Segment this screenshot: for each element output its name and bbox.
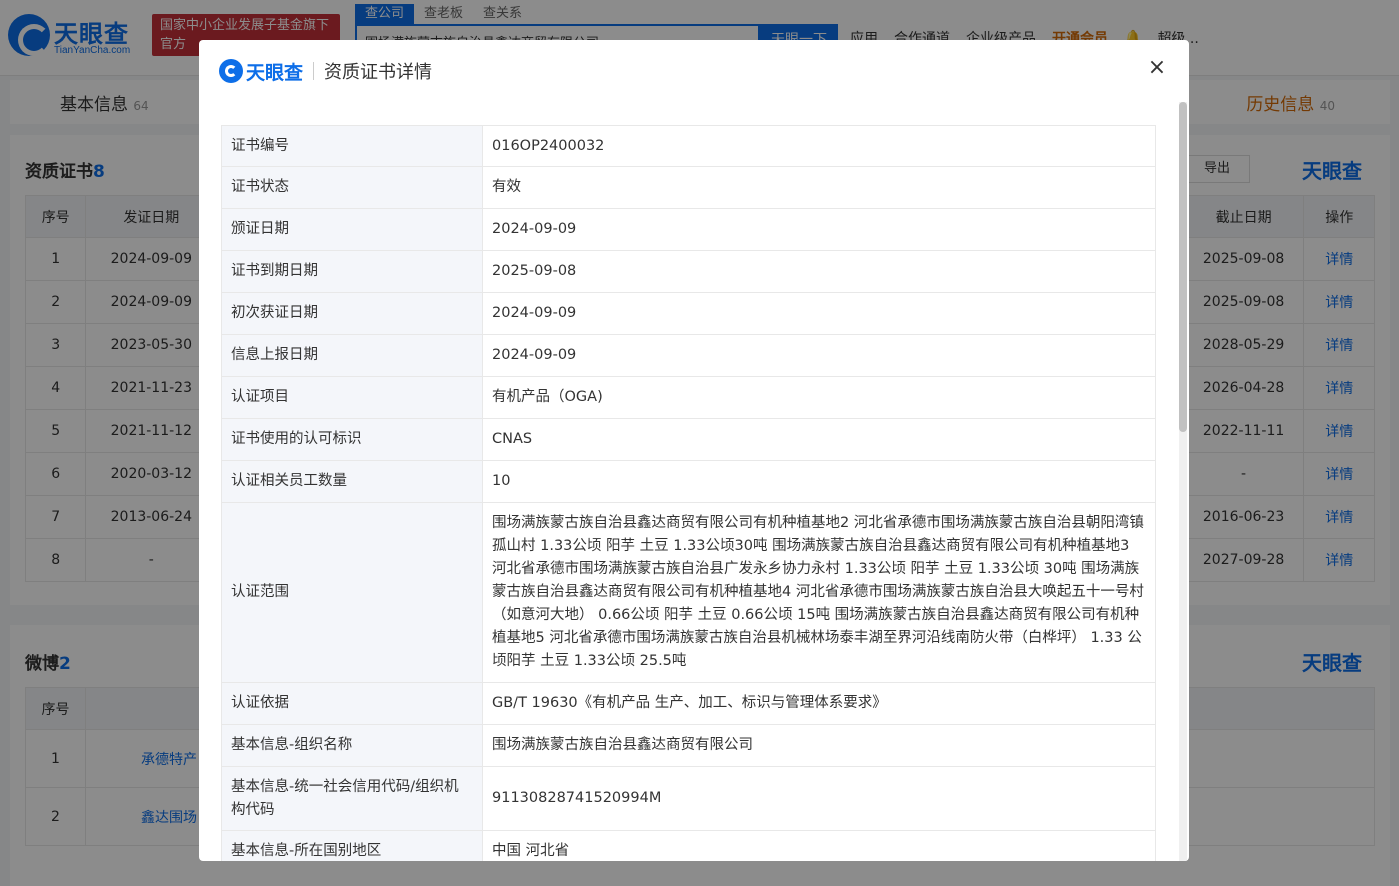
detail-row: 颁证日期 2024-09-09: [221, 208, 1156, 251]
field-label: 基本信息-所在国别地区: [221, 830, 483, 861]
field-value: 围场满族蒙古族自治县鑫达商贸有限公司有机种植基地2 河北省承德市围场满族蒙古族自…: [482, 502, 1156, 683]
field-label: 认证依据: [221, 682, 483, 725]
field-value: 有效: [482, 166, 1156, 209]
detail-row: 信息上报日期 2024-09-09: [221, 334, 1156, 377]
modal-scrollbar-thumb[interactable]: [1179, 102, 1187, 432]
detail-row: 认证相关员工数量 10: [221, 460, 1156, 503]
field-value: GB/T 19630《有机产品 生产、加工、标识与管理体系要求》: [482, 682, 1156, 725]
detail-row: 证书编号 016OP2400032: [221, 125, 1156, 167]
modal-title: 资质证书详情: [324, 62, 433, 83]
field-label: 信息上报日期: [221, 334, 483, 377]
modal-header: 天眼查 资质证书详情 ×: [199, 40, 1189, 102]
field-label: 基本信息-组织名称: [221, 724, 483, 767]
close-icon[interactable]: ×: [1145, 56, 1169, 80]
modal-logo-icon: [219, 59, 243, 83]
detail-row: 初次获证日期 2024-09-09: [221, 292, 1156, 335]
field-value: 2025-09-08: [482, 250, 1156, 293]
field-value: 2024-09-09: [482, 292, 1156, 335]
field-label: 证书到期日期: [221, 250, 483, 293]
detail-row: 基本信息-所在国别地区 中国 河北省: [221, 830, 1156, 861]
field-label: 基本信息-统一社会信用代码/组织机构代码: [221, 766, 483, 831]
modal-scrollbar[interactable]: [1179, 102, 1187, 861]
field-value: 2024-09-09: [482, 334, 1156, 377]
field-label: 认证相关员工数量: [221, 460, 483, 503]
modal-title-divider: [313, 62, 315, 80]
detail-row: 基本信息-统一社会信用代码/组织机构代码 91130828741520994M: [221, 766, 1156, 831]
detail-row: 证书到期日期 2025-09-08: [221, 250, 1156, 293]
modal-logo: 天眼查 资质证书详情: [219, 58, 432, 84]
field-value: 围场满族蒙古族自治县鑫达商贸有限公司: [482, 724, 1156, 767]
detail-row: 证书状态 有效: [221, 166, 1156, 209]
field-value: 016OP2400032: [482, 125, 1156, 167]
field-value: 有机产品（OGA): [482, 376, 1156, 419]
detail-row: 认证范围 围场满族蒙古族自治县鑫达商贸有限公司有机种植基地2 河北省承德市围场满族…: [221, 502, 1156, 683]
field-value: CNAS: [482, 418, 1156, 461]
cert-detail-modal: 天眼查 资质证书详情 × 证书编号 016OP2400032 证书状态 有效 颁证日…: [199, 40, 1189, 861]
field-label: 证书编号: [221, 125, 483, 167]
field-label: 颁证日期: [221, 208, 483, 251]
field-label: 证书状态: [221, 166, 483, 209]
field-label: 初次获证日期: [221, 292, 483, 335]
detail-row: 认证依据 GB/T 19630《有机产品 生产、加工、标识与管理体系要求》: [221, 682, 1156, 725]
field-label: 认证范围: [221, 502, 483, 683]
field-value: 10: [482, 460, 1156, 503]
detail-row: 认证项目 有机产品（OGA): [221, 376, 1156, 419]
detail-row: 证书使用的认可标识 CNAS: [221, 418, 1156, 461]
field-label: 证书使用的认可标识: [221, 418, 483, 461]
modal-logo-text: 天眼查: [246, 61, 304, 84]
field-value: 91130828741520994M: [482, 766, 1156, 831]
field-value: 中国 河北省: [482, 830, 1156, 861]
field-value: 2024-09-09: [482, 208, 1156, 251]
detail-row: 基本信息-组织名称 围场满族蒙古族自治县鑫达商贸有限公司: [221, 724, 1156, 767]
modal-body: 证书编号 016OP2400032 证书状态 有效 颁证日期 2024-09-09 证…: [221, 125, 1156, 861]
field-label: 认证项目: [221, 376, 483, 419]
detail-table: 证书编号 016OP2400032 证书状态 有效 颁证日期 2024-09-09 证…: [221, 125, 1156, 861]
